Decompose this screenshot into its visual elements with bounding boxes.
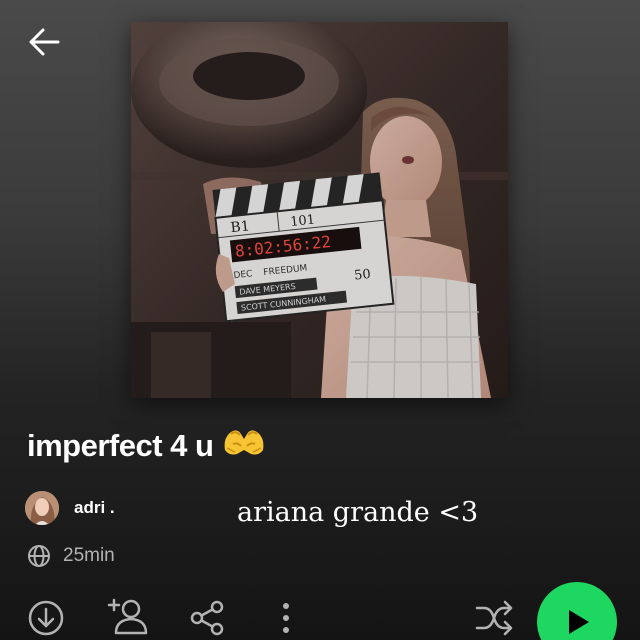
more-options-button[interactable]: [264, 596, 308, 640]
heart-hands-emoji-icon: [221, 424, 267, 466]
playlist-description: ariana grande <3: [237, 497, 479, 528]
playlist-title: imperfect 4 u: [27, 428, 267, 466]
avatar-image: [25, 491, 59, 525]
more-vertical-icon: [283, 603, 289, 633]
avatar[interactable]: [25, 491, 59, 525]
globe-icon: [28, 545, 50, 567]
playlist-duration: 25min: [63, 545, 115, 566]
playlist-title-text: imperfect 4 u: [27, 428, 214, 463]
play-icon: [569, 610, 589, 634]
shuffle-button[interactable]: [472, 596, 516, 640]
share-button[interactable]: [185, 596, 229, 640]
shuffle-icon: [475, 600, 513, 636]
add-person-icon: [107, 598, 148, 635]
owner-name[interactable]: adri .: [74, 498, 115, 518]
playlist-owner[interactable]: adri .: [25, 490, 115, 526]
playlist-meta: 25min: [27, 543, 115, 569]
add-follower-button[interactable]: [105, 594, 149, 638]
download-icon: [28, 600, 64, 636]
back-button[interactable]: [22, 20, 66, 64]
playlist-cover-image: B1 101 8:02:56:22 DEC FREEDUM DAVE MEYER…: [131, 22, 508, 398]
arrow-left-icon: [29, 28, 60, 56]
download-button[interactable]: [24, 596, 68, 640]
share-icon: [190, 600, 224, 636]
